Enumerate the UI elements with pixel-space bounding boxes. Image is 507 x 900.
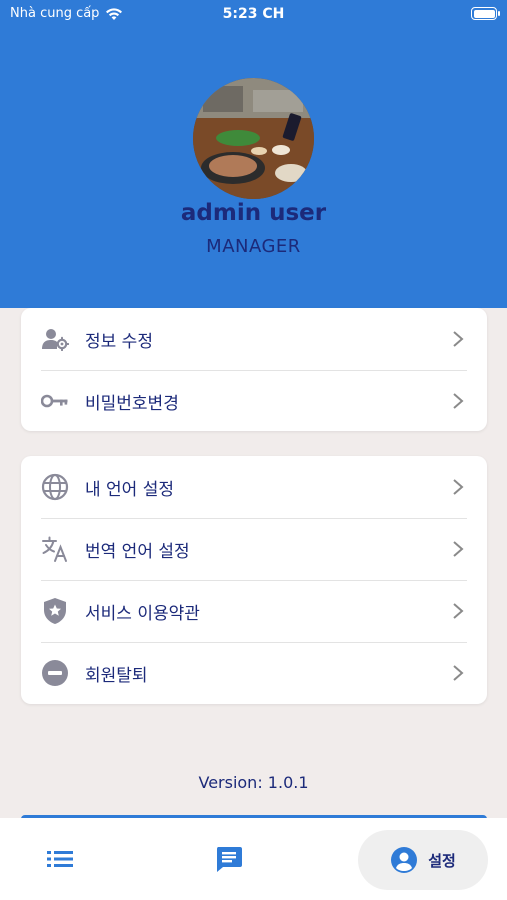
profile-name: admin user (180, 200, 327, 226)
menu-item-withdraw-membership[interactable]: 회원탈퇴 (21, 642, 487, 704)
battery-icon (471, 7, 500, 20)
globe-icon (41, 473, 69, 501)
chevron-right-icon (453, 479, 464, 495)
menu-item-label: 번역 언어 설정 (85, 541, 190, 562)
menu-item-my-language[interactable]: 내 언어 설정 (21, 456, 487, 518)
user-settings-icon (41, 325, 69, 353)
menu-item-label: 서비스 이용약관 (85, 603, 200, 624)
key-icon (41, 387, 69, 415)
avatar-photo (193, 78, 314, 199)
chevron-right-icon (453, 665, 464, 681)
chevron-right-icon (453, 393, 464, 409)
profile-role: MANAGER (206, 236, 301, 257)
tab-list[interactable] (38, 843, 82, 875)
chevron-right-icon (453, 541, 464, 557)
chevron-right-icon (453, 331, 464, 347)
menu-item-translation-language[interactable]: 번역 언어 설정 (21, 518, 487, 580)
minus-circle-icon (41, 659, 69, 687)
account-circle-icon (391, 847, 418, 873)
app-version: Version: 1.0.1 (198, 773, 309, 792)
menu-item-label: 내 언어 설정 (85, 479, 175, 500)
tab-chat[interactable] (207, 840, 251, 878)
menu-item-terms-of-service[interactable]: 서비스 이용약관 (21, 580, 487, 642)
settings-menu-card: 내 언어 설정 번역 언어 설정 서비스 이용약관 회원탈퇴 (21, 456, 487, 704)
translate-icon (41, 535, 69, 563)
list-icon (47, 851, 73, 867)
account-menu-card: 정보 수정 비밀번호변경 (21, 308, 487, 431)
menu-item-label: 회원탈퇴 (85, 665, 148, 686)
chat-icon (216, 847, 242, 872)
tab-settings-label: 설정 (428, 851, 456, 870)
menu-item-change-password[interactable]: 비밀번호변경 (21, 370, 487, 432)
menu-item-label: 비밀번호변경 (85, 393, 179, 414)
avatar[interactable] (193, 78, 314, 199)
tab-settings[interactable]: 설정 (358, 830, 488, 890)
chevron-right-icon (453, 603, 464, 619)
menu-item-edit-profile[interactable]: 정보 수정 (21, 308, 487, 370)
menu-item-label: 정보 수정 (85, 331, 153, 352)
status-bar: Nhà cung cấp 5:23 CH (0, 0, 507, 30)
shield-star-icon (41, 597, 69, 625)
status-time: 5:23 CH (222, 6, 285, 22)
